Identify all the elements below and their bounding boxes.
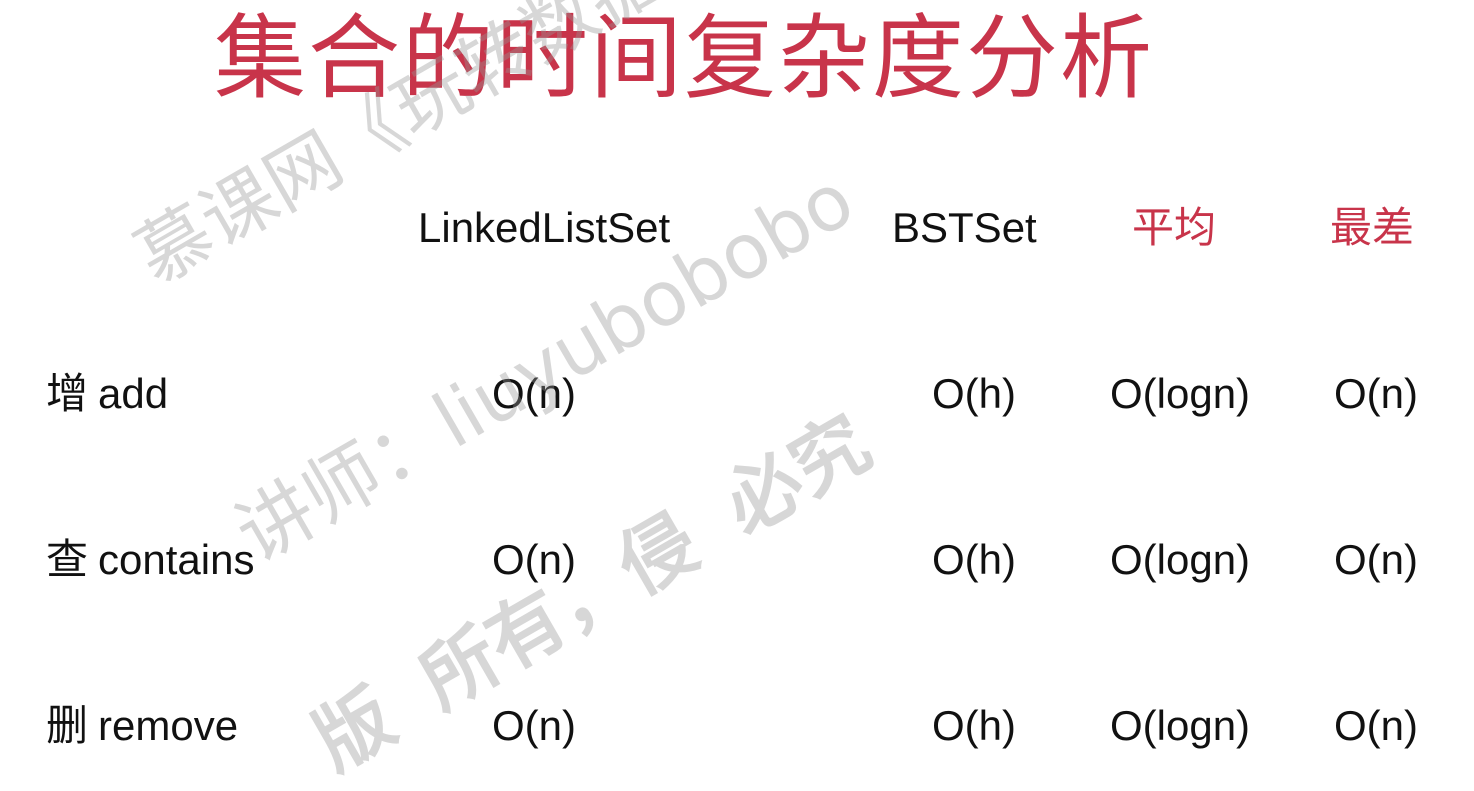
row-label-en: remove bbox=[98, 702, 239, 749]
cell-add-bstset: O(h) bbox=[932, 370, 1016, 417]
cell-remove-worst: O(n) bbox=[1334, 702, 1418, 749]
row-label-zh: 删 bbox=[46, 701, 89, 750]
row-label-contains: 查 contains bbox=[46, 536, 254, 584]
row-label-zh: 增 bbox=[46, 369, 89, 418]
row-label-zh: 查 bbox=[46, 535, 89, 584]
cell-remove-average: O(logn) bbox=[1110, 702, 1251, 749]
cell-add-worst: O(n) bbox=[1334, 370, 1418, 417]
cell-remove-bstset: O(h) bbox=[932, 702, 1016, 749]
column-header-average: 平均 bbox=[1132, 203, 1217, 252]
row-label-add: 增 add bbox=[46, 370, 168, 418]
cell-contains-worst: O(n) bbox=[1334, 536, 1418, 583]
cell-contains-average: O(logn) bbox=[1110, 536, 1251, 583]
column-header-linkedlistset: LinkedListSet bbox=[418, 204, 671, 251]
row-label-en: contains bbox=[98, 536, 255, 583]
cell-remove-linkedlistset: O(n) bbox=[492, 702, 576, 749]
watermark-copyright: 版 所有，侵 必究 bbox=[299, 397, 885, 788]
cell-contains-bstset: O(h) bbox=[932, 536, 1016, 583]
cell-add-linkedlistset: O(n) bbox=[492, 370, 576, 417]
cell-contains-linkedlistset: O(n) bbox=[492, 536, 576, 583]
page-title: 集合的时间复杂度分析 bbox=[214, 5, 1155, 112]
column-header-worst: 最差 bbox=[1330, 203, 1415, 252]
row-label-remove: 删 remove bbox=[46, 702, 238, 750]
row-label-en: add bbox=[98, 370, 169, 417]
column-header-bstset: BSTSet bbox=[892, 204, 1037, 251]
cell-add-average: O(logn) bbox=[1110, 370, 1251, 417]
